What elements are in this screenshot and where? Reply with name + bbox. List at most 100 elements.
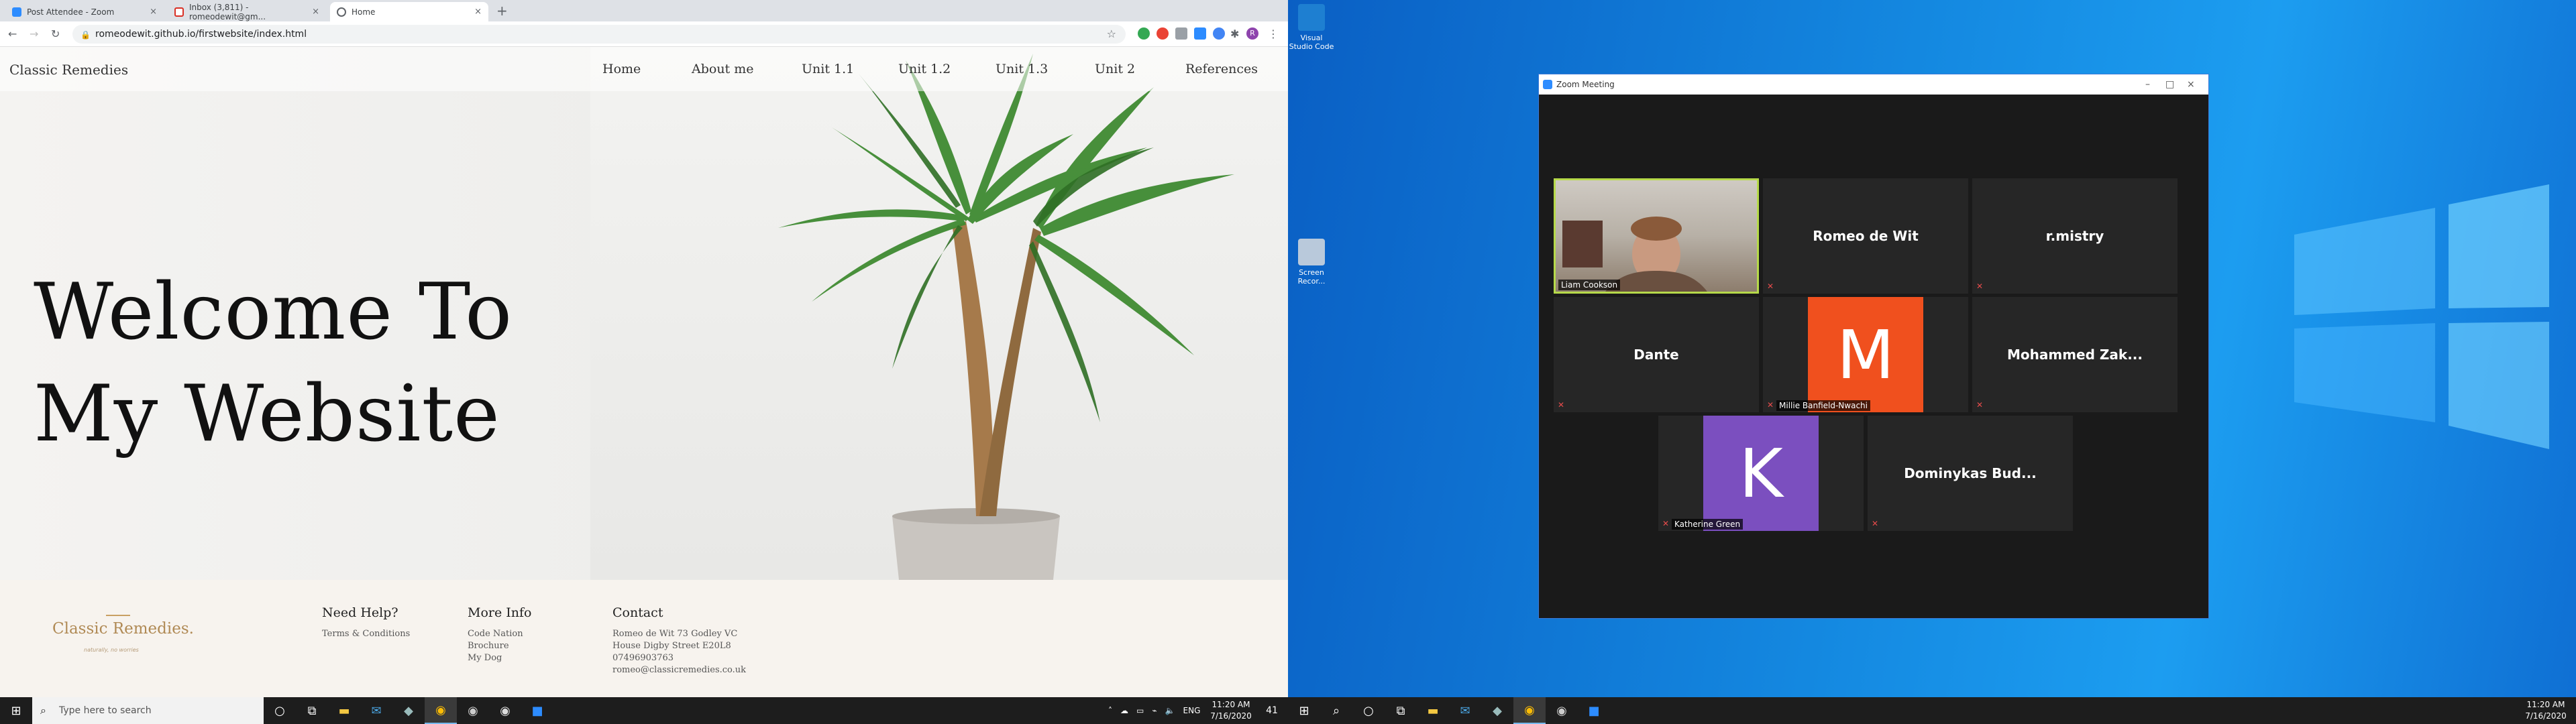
close-tab-icon[interactable]: × (474, 7, 482, 17)
search-icon[interactable]: ⌕ (1320, 697, 1352, 724)
desktop-icon-screen-recorder[interactable]: Screen Recor... (1288, 239, 1335, 286)
tab-gmail-inbox[interactable]: Inbox (3,811) - romeodewit@gm... × (168, 2, 326, 21)
tab-home[interactable]: Home × (330, 2, 488, 21)
site-footer: Classic Remedies. naturally, no worries … (0, 580, 1288, 697)
participant-tile-avatar[interactable]: K ✕ Katherine Green (1658, 416, 1864, 531)
browser-tab-strip: Post Attendee - Zoom × Inbox (3,811) - r… (0, 0, 1288, 21)
right-monitor-desktop: Visual Studio Code Screen Recor... Zoom … (1288, 0, 2576, 724)
app-icon[interactable]: ◉ (457, 697, 489, 724)
hero-heading: Welcome To My Website (34, 261, 513, 465)
notification-center-icon[interactable]: 41 (1256, 697, 1288, 724)
participant-tile-video[interactable]: Liam Cookson (1554, 178, 1759, 294)
extension-icon[interactable] (1194, 27, 1206, 40)
gmail-favicon-icon (174, 7, 184, 17)
back-arrow-icon[interactable]: ← (8, 27, 17, 40)
site-brand[interactable]: Classic Remedies (9, 62, 128, 78)
participant-name: Dominykas Bud... (1904, 465, 2037, 481)
browser-toolbar: ← → ↻ 🔒 romeodewit.github.io/firstwebsit… (0, 21, 1288, 47)
site-navbar: Classic Remedies Home About me Unit 1.1 … (0, 47, 1288, 91)
zoom-icon[interactable]: ■ (521, 697, 553, 724)
participant-tile-avatar[interactable]: M ✕ Millie Banfield-Nwachi (1763, 297, 1968, 412)
notification-count: 41 (1266, 705, 1278, 716)
tab-title: Inbox (3,811) - romeodewit@gm... (189, 2, 266, 21)
close-tab-icon[interactable]: × (312, 7, 319, 17)
extension-icon[interactable] (1175, 27, 1187, 40)
zoom-icon[interactable]: ■ (1578, 697, 1610, 724)
cortana-icon[interactable]: ○ (264, 697, 296, 724)
task-view-icon[interactable]: ⧉ (1385, 697, 1417, 724)
chrome-menu-icon[interactable]: ⋮ (1268, 27, 1279, 40)
need-help-heading: Need Help? (322, 605, 398, 620)
extension-icon[interactable] (1213, 27, 1225, 40)
participant-name-label: Liam Cookson (1558, 280, 1621, 290)
nav-unit-2[interactable]: Unit 2 (1095, 62, 1135, 76)
globe-favicon-icon (337, 7, 346, 17)
system-tray: ˄ ☁ ▭ ⌁ 🔈 ENG (1108, 697, 1200, 724)
profile-avatar[interactable]: R (1246, 27, 1258, 40)
bookmark-star-icon[interactable]: ☆ (1107, 25, 1116, 44)
windows-start-icon[interactable]: ⊞ (0, 697, 32, 724)
chrome-icon[interactable]: ◉ (489, 697, 521, 724)
participant-tile[interactable]: Romeo de Wit ✕ (1763, 178, 1968, 294)
taskbar-clock[interactable]: 11:20 AM 7/16/2020 (2522, 699, 2569, 722)
new-tab-button[interactable]: + (496, 3, 508, 19)
contact-email[interactable]: romeo@classicremedies.co.uk (612, 665, 746, 675)
mail-icon[interactable]: ✉ (1449, 697, 1481, 724)
close-tab-icon[interactable]: × (150, 7, 157, 17)
clock-time: 11:20 AM (2526, 700, 2565, 709)
terms-link[interactable]: Terms & Conditions (322, 629, 410, 639)
windows-start-icon[interactable]: ⊞ (1288, 697, 1320, 724)
brochure-link[interactable]: Brochure (468, 641, 509, 651)
left-monitor: Post Attendee - Zoom × Inbox (3,811) - r… (0, 0, 1288, 724)
volume-icon[interactable]: 🔈 (1165, 706, 1175, 715)
nav-home[interactable]: Home (602, 62, 641, 76)
participant-name: r.mistry (2045, 228, 2104, 244)
taskbar-right: ⊞ ⌕ ○ ⧉ ▬ ✉ ◆ ◉ ◉ ■ 11:20 AM 7/16/2020 (1288, 697, 2576, 724)
app-icon[interactable]: ◆ (392, 697, 425, 724)
maximize-icon[interactable]: □ (2165, 74, 2174, 95)
taskbar-clock[interactable]: 11:20 AM 7/16/2020 (1208, 699, 1254, 722)
minimize-icon[interactable]: – (2145, 74, 2150, 95)
nav-about-me[interactable]: About me (692, 62, 754, 76)
address-bar[interactable]: 🔒 romeodewit.github.io/firstwebsite/inde… (72, 25, 1126, 44)
file-explorer-icon[interactable]: ▬ (1417, 697, 1449, 724)
app-icon[interactable]: ◉ (1546, 697, 1578, 724)
participant-tile[interactable]: Dante ✕ (1554, 297, 1759, 412)
chrome-icon[interactable]: ◉ (1513, 697, 1546, 724)
nav-unit-1-1[interactable]: Unit 1.1 (802, 62, 854, 76)
url-text: romeodewit.github.io/firstwebsite/index.… (95, 29, 307, 40)
language-indicator[interactable]: ENG (1183, 706, 1201, 715)
participant-tile[interactable]: Mohammed Zak... ✕ (1972, 297, 2178, 412)
clock-time: 11:20 AM (1212, 700, 1250, 709)
extension-icon[interactable] (1138, 27, 1150, 40)
participant-tile[interactable]: r.mistry ✕ (1972, 178, 2178, 294)
task-view-icon[interactable]: ⧉ (296, 697, 328, 724)
extensions-puzzle-icon[interactable]: ✱ (1230, 27, 1239, 40)
participant-tile[interactable]: Dominykas Bud... ✕ (1868, 416, 2073, 531)
code-nation-link[interactable]: Code Nation (468, 629, 523, 639)
zoom-favicon-icon (12, 7, 21, 17)
extension-icon[interactable] (1157, 27, 1169, 40)
taskbar-search-box[interactable]: ⌕ Type here to search (32, 697, 264, 724)
hero-line-2: My Website (34, 369, 500, 459)
nav-references[interactable]: References (1185, 62, 1258, 76)
chrome-icon[interactable]: ◉ (425, 697, 457, 724)
forward-arrow-icon[interactable]: → (30, 27, 38, 40)
chevron-up-icon[interactable]: ˄ (1108, 706, 1112, 715)
cloud-icon[interactable]: ☁ (1120, 706, 1128, 715)
close-icon[interactable]: × (2187, 74, 2195, 95)
mail-icon[interactable]: ✉ (360, 697, 392, 724)
network-icon[interactable]: ⌁ (1152, 706, 1157, 715)
my-dog-link[interactable]: My Dog (468, 653, 502, 663)
reload-icon[interactable]: ↻ (51, 27, 60, 40)
file-explorer-icon[interactable]: ▬ (328, 697, 360, 724)
battery-icon[interactable]: ▭ (1136, 706, 1144, 715)
vscode-icon (1298, 4, 1325, 31)
cortana-icon[interactable]: ○ (1352, 697, 1385, 724)
nav-unit-1-2[interactable]: Unit 1.2 (898, 62, 951, 76)
app-icon[interactable]: ◆ (1481, 697, 1513, 724)
nav-unit-1-3[interactable]: Unit 1.3 (996, 62, 1048, 76)
desktop-icon-vscode[interactable]: Visual Studio Code (1288, 4, 1335, 51)
tab-post-attendee-zoom[interactable]: Post Attendee - Zoom × (5, 2, 164, 21)
contact-heading: Contact (612, 605, 663, 620)
